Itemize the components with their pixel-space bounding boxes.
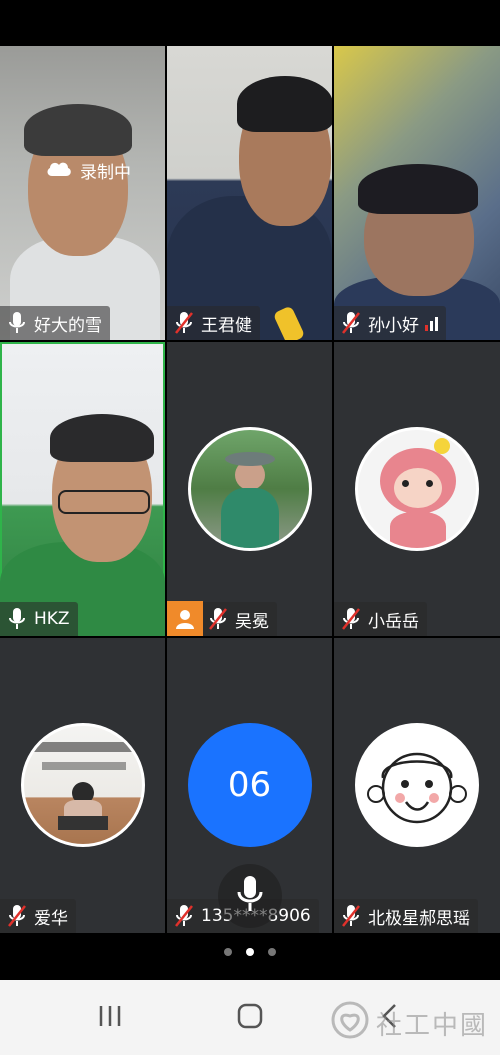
microphone-icon bbox=[4, 310, 30, 336]
page-indicator[interactable] bbox=[0, 940, 500, 964]
home-button[interactable] bbox=[220, 993, 280, 1043]
home-icon bbox=[236, 1002, 264, 1034]
cartoon-girl-drawing bbox=[367, 752, 467, 824]
video-tile-sunxiaohao[interactable]: 孙小好 bbox=[334, 46, 500, 340]
participant-label: 王君健 bbox=[167, 306, 260, 340]
participant-name: 王君健 bbox=[201, 315, 252, 336]
participant-name: 吴冕 bbox=[235, 611, 269, 632]
participant-label: 爱华 bbox=[0, 899, 76, 933]
avatar bbox=[355, 723, 479, 847]
video-tile-hkz[interactable]: HKZ bbox=[0, 342, 165, 636]
mic-muted-icon bbox=[338, 606, 364, 632]
cloud-icon bbox=[46, 159, 72, 182]
recent-apps-icon bbox=[97, 1004, 123, 1032]
participant-label: 孙小好 bbox=[334, 306, 446, 340]
watermark-logo-icon bbox=[330, 1000, 370, 1047]
page-dot-current[interactable] bbox=[246, 948, 254, 956]
mic-muted-icon bbox=[4, 903, 30, 929]
mic-muted-icon bbox=[338, 903, 364, 929]
floating-mic-button[interactable] bbox=[218, 864, 282, 928]
avatar bbox=[20, 723, 145, 847]
participant-name: 爱华 bbox=[34, 908, 68, 929]
participant-name: 小岳岳 bbox=[368, 611, 419, 632]
avatar bbox=[355, 427, 479, 551]
avatar-text: 06 bbox=[227, 765, 272, 805]
mic-muted-icon bbox=[338, 310, 364, 336]
mic-muted-icon bbox=[205, 606, 231, 632]
participant-label: HKZ bbox=[0, 602, 78, 636]
participant-name: 好大的雪 bbox=[34, 315, 102, 336]
video-tile-xiaoyueyue[interactable]: 小岳岳 bbox=[334, 342, 500, 636]
participant-label: 好大的雪 bbox=[0, 306, 110, 340]
avatar bbox=[187, 427, 312, 551]
glasses bbox=[58, 490, 150, 514]
recent-apps-button[interactable] bbox=[80, 993, 140, 1043]
participant-name: 北极星郝思瑶 bbox=[368, 908, 470, 929]
mic-muted-icon bbox=[171, 310, 197, 336]
video-tile-beijixing[interactable]: 北极星郝思瑶 bbox=[334, 638, 500, 933]
video-grid: 录制中 好大的雪 王君健 孙小好 HKZ 吴冕 小岳岳 爱华 06 北极星郝思瑶 bbox=[0, 46, 500, 933]
person-icon bbox=[167, 601, 203, 636]
avatar: 06 bbox=[187, 723, 312, 847]
page-dot[interactable] bbox=[224, 948, 232, 956]
page-dot[interactable] bbox=[268, 948, 276, 956]
recording-indicator: 录制中 bbox=[46, 158, 131, 183]
video-tile-wangjunjian[interactable]: 王君健 bbox=[167, 46, 332, 340]
mic-muted-icon bbox=[171, 903, 197, 929]
participant-name: 孙小好 bbox=[368, 315, 419, 336]
meeting-screen: { "recording": { "label": "录制中" }, "part… bbox=[0, 0, 500, 1055]
signal-strength-icon bbox=[425, 315, 438, 331]
watermark-text: 社工中國 bbox=[375, 1011, 488, 1041]
video-tile-wumian[interactable]: 吴冕 bbox=[167, 342, 332, 636]
microphone-icon bbox=[235, 874, 265, 918]
video-tile-haodadexue[interactable]: 录制中 好大的雪 bbox=[0, 46, 165, 340]
participant-name: HKZ bbox=[34, 609, 70, 629]
watermark: 社工中國 bbox=[330, 1000, 488, 1047]
video-tile-aihua[interactable]: 爱华 bbox=[0, 638, 165, 933]
participant-label: 小岳岳 bbox=[334, 602, 427, 636]
microphone-icon bbox=[4, 606, 30, 632]
recording-label: 录制中 bbox=[80, 163, 131, 183]
participant-label: 吴冕 bbox=[167, 601, 277, 636]
participant-label: 北极星郝思瑶 bbox=[334, 899, 478, 933]
